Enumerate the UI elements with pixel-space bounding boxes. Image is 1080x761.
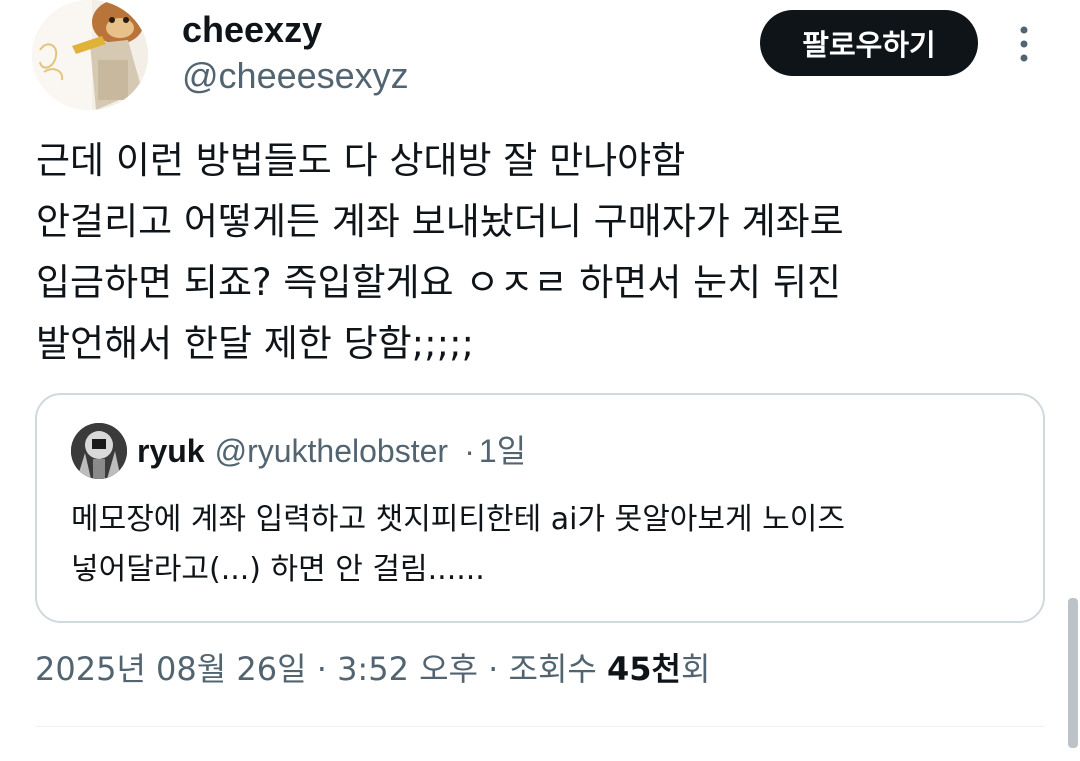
meta-separator: · (488, 650, 499, 688)
follow-button[interactable]: 팔로우하기 (760, 10, 978, 76)
avatar-image (32, 0, 148, 110)
tweet-time[interactable]: 3:52 오후 (337, 650, 478, 688)
tweet-text-line: 근데 이런 방법들도 다 상대방 잘 만나야함 (36, 139, 686, 182)
quote-text: 메모장에 계좌 입력하고 챗지피티한테 ai가 못알아보게 노이즈 넣어달라고(… (71, 495, 1021, 595)
author-handle[interactable]: @cheeesexyz (182, 54, 409, 98)
quote-text-line: 넣어달라고(...) 하면 안 걸림...... (71, 552, 485, 587)
author-avatar[interactable] (32, 0, 148, 110)
meta-separator: · (316, 650, 327, 688)
quote-time[interactable]: 1일 (479, 433, 526, 469)
more-vertical-icon[interactable] (1008, 22, 1040, 66)
divider (35, 726, 1045, 727)
quote-author-handle[interactable]: @ryukthelobster (215, 433, 448, 469)
tweet-date[interactable]: 2025년 08월 26일 (35, 650, 307, 688)
quoted-tweet-card[interactable]: ryuk @ryukthelobster · 1일 메모장에 계좌 입력하고 챗지피… (35, 393, 1045, 623)
quote-text-line: 메모장에 계좌 입력하고 챗지피티한테 ai가 못알아보게 노이즈 (71, 502, 845, 537)
tweet-text-line: 입금하면 되죠? 즉입할게요 ㅇㅈㄹ 하면서 눈치 뒤진 (36, 261, 842, 304)
author-display-name[interactable]: cheexzy (182, 8, 322, 52)
quote-avatar-image (71, 423, 127, 479)
tweet-text-line: 발언해서 한달 제한 당함;;;;; (36, 322, 475, 365)
views-label: 조회수 (508, 650, 597, 688)
views-count: 45천 (607, 650, 681, 688)
quote-author-name[interactable]: ryuk (137, 433, 205, 469)
tweet-text: 근데 이런 방법들도 다 상대방 잘 만나야함 안걸리고 어떻게든 계좌 보내놨… (36, 130, 1046, 374)
tweet-meta: 2025년 08월 26일 · 3:52 오후 · 조회수 45천회 (35, 644, 710, 694)
views-suffix: 회 (680, 650, 711, 688)
quote-header: ryuk @ryukthelobster · 1일 (137, 429, 526, 473)
quote-author-avatar[interactable] (71, 423, 127, 479)
quote-separator: · (464, 433, 475, 469)
tweet-text-line: 안걸리고 어떻게든 계좌 보내놨더니 구매자가 계좌로 (36, 200, 844, 243)
scrollbar[interactable] (1068, 598, 1078, 748)
